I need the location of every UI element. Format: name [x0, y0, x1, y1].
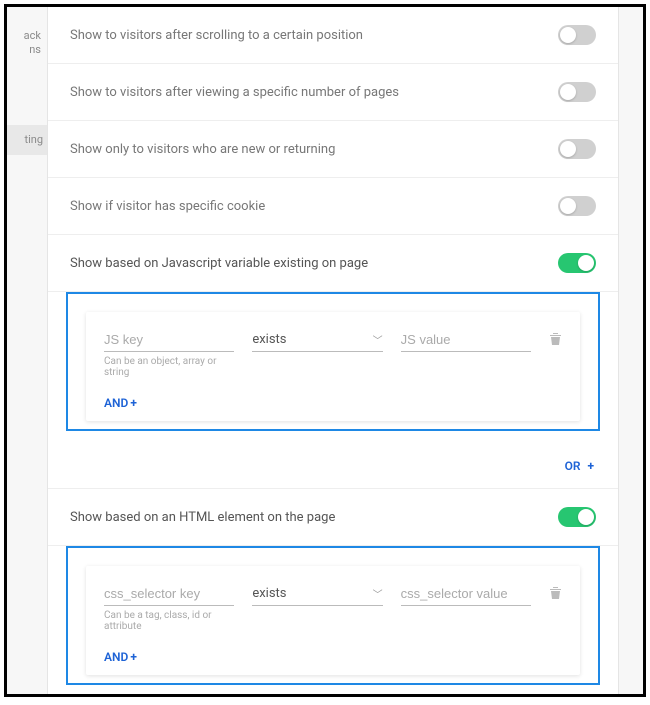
- setting-js-variable: Show based on Javascript variable existi…: [48, 235, 618, 292]
- setting-label: Show based on an HTML element on the pag…: [70, 510, 335, 525]
- css-operator-field: exists ﹀: [252, 582, 382, 606]
- toggle-jsvar[interactable]: [558, 253, 596, 273]
- chevron-down-icon: ﹀: [373, 586, 383, 601]
- css-value-field: [401, 582, 531, 606]
- and-button[interactable]: AND+: [104, 396, 137, 410]
- toggle-htmlel[interactable]: [558, 507, 596, 527]
- css-value-input[interactable]: [401, 582, 531, 606]
- js-variable-config: Can be an object, array or string exists…: [66, 292, 600, 431]
- css-key-input[interactable]: [104, 582, 234, 606]
- sidebar-text: ack: [24, 29, 41, 42]
- setting-cookie: Show if visitor has specific cookie: [48, 178, 618, 235]
- plus-icon: +: [130, 650, 137, 664]
- sidebar: ack ns ting: [7, 7, 47, 694]
- setting-page-count: Show to visitors after viewing a specifi…: [48, 64, 618, 121]
- sidebar-text: ns: [29, 43, 41, 56]
- sidebar-text: ting: [24, 133, 43, 146]
- trash-icon[interactable]: [549, 332, 562, 350]
- toggle-cookie[interactable]: [558, 196, 596, 216]
- toggle-scroll[interactable]: [558, 25, 596, 45]
- setting-label: Show based on Javascript variable existi…: [70, 256, 368, 271]
- setting-label: Show if visitor has specific cookie: [70, 199, 265, 214]
- settings-panel: Show to visitors after scrolling to a ce…: [47, 7, 619, 694]
- and-label: AND: [104, 650, 128, 664]
- js-key-input[interactable]: [104, 328, 234, 352]
- toggle-newret[interactable]: [558, 139, 596, 159]
- js-operator-select[interactable]: exists ﹀: [252, 328, 382, 352]
- sidebar-item-partial-1[interactable]: ack ns: [7, 29, 41, 58]
- plus-icon: +: [130, 396, 137, 410]
- trash-icon[interactable]: [549, 586, 562, 604]
- js-operator-field: exists ﹀: [252, 328, 382, 352]
- css-key-field: Can be a tag, class, id or attribute: [104, 582, 234, 632]
- setting-label: Show to visitors after viewing a specifi…: [70, 85, 399, 100]
- js-value-field: [401, 328, 531, 352]
- and-label: AND: [104, 396, 128, 410]
- setting-scroll-position: Show to visitors after scrolling to a ce…: [48, 7, 618, 64]
- setting-html-element: Show based on an HTML element on the pag…: [48, 489, 618, 546]
- js-operator-value: exists: [252, 332, 286, 347]
- html-condition-row: Can be a tag, class, id or attribute exi…: [104, 582, 562, 632]
- html-element-config: Can be a tag, class, id or attribute exi…: [66, 546, 600, 685]
- setting-label: Show to visitors after scrolling to a ce…: [70, 28, 363, 43]
- or-button[interactable]: OR +: [565, 459, 594, 473]
- setting-label: Show only to visitors who are new or ret…: [70, 142, 335, 157]
- js-key-hint: Can be an object, array or string: [104, 356, 234, 378]
- js-condition-row: Can be an object, array or string exists…: [104, 328, 562, 378]
- or-label: OR: [565, 459, 581, 473]
- css-operator-value: exists: [252, 586, 286, 601]
- plus-icon: +: [587, 459, 594, 473]
- js-condition-card: Can be an object, array or string exists…: [86, 312, 580, 421]
- sidebar-item-partial-2[interactable]: ting: [7, 125, 47, 155]
- toggle-pages[interactable]: [558, 82, 596, 102]
- app-frame: ack ns ting Show to visitors after scrol…: [4, 4, 646, 697]
- and-button[interactable]: AND+: [104, 650, 137, 664]
- css-operator-select[interactable]: exists ﹀: [252, 582, 382, 606]
- js-or-row: OR +: [48, 447, 618, 488]
- html-condition-card: Can be a tag, class, id or attribute exi…: [86, 566, 580, 675]
- css-key-hint: Can be a tag, class, id or attribute: [104, 610, 234, 632]
- chevron-down-icon: ﹀: [373, 332, 383, 347]
- setting-new-returning: Show only to visitors who are new or ret…: [48, 121, 618, 178]
- js-value-input[interactable]: [401, 328, 531, 352]
- js-key-field: Can be an object, array or string: [104, 328, 234, 378]
